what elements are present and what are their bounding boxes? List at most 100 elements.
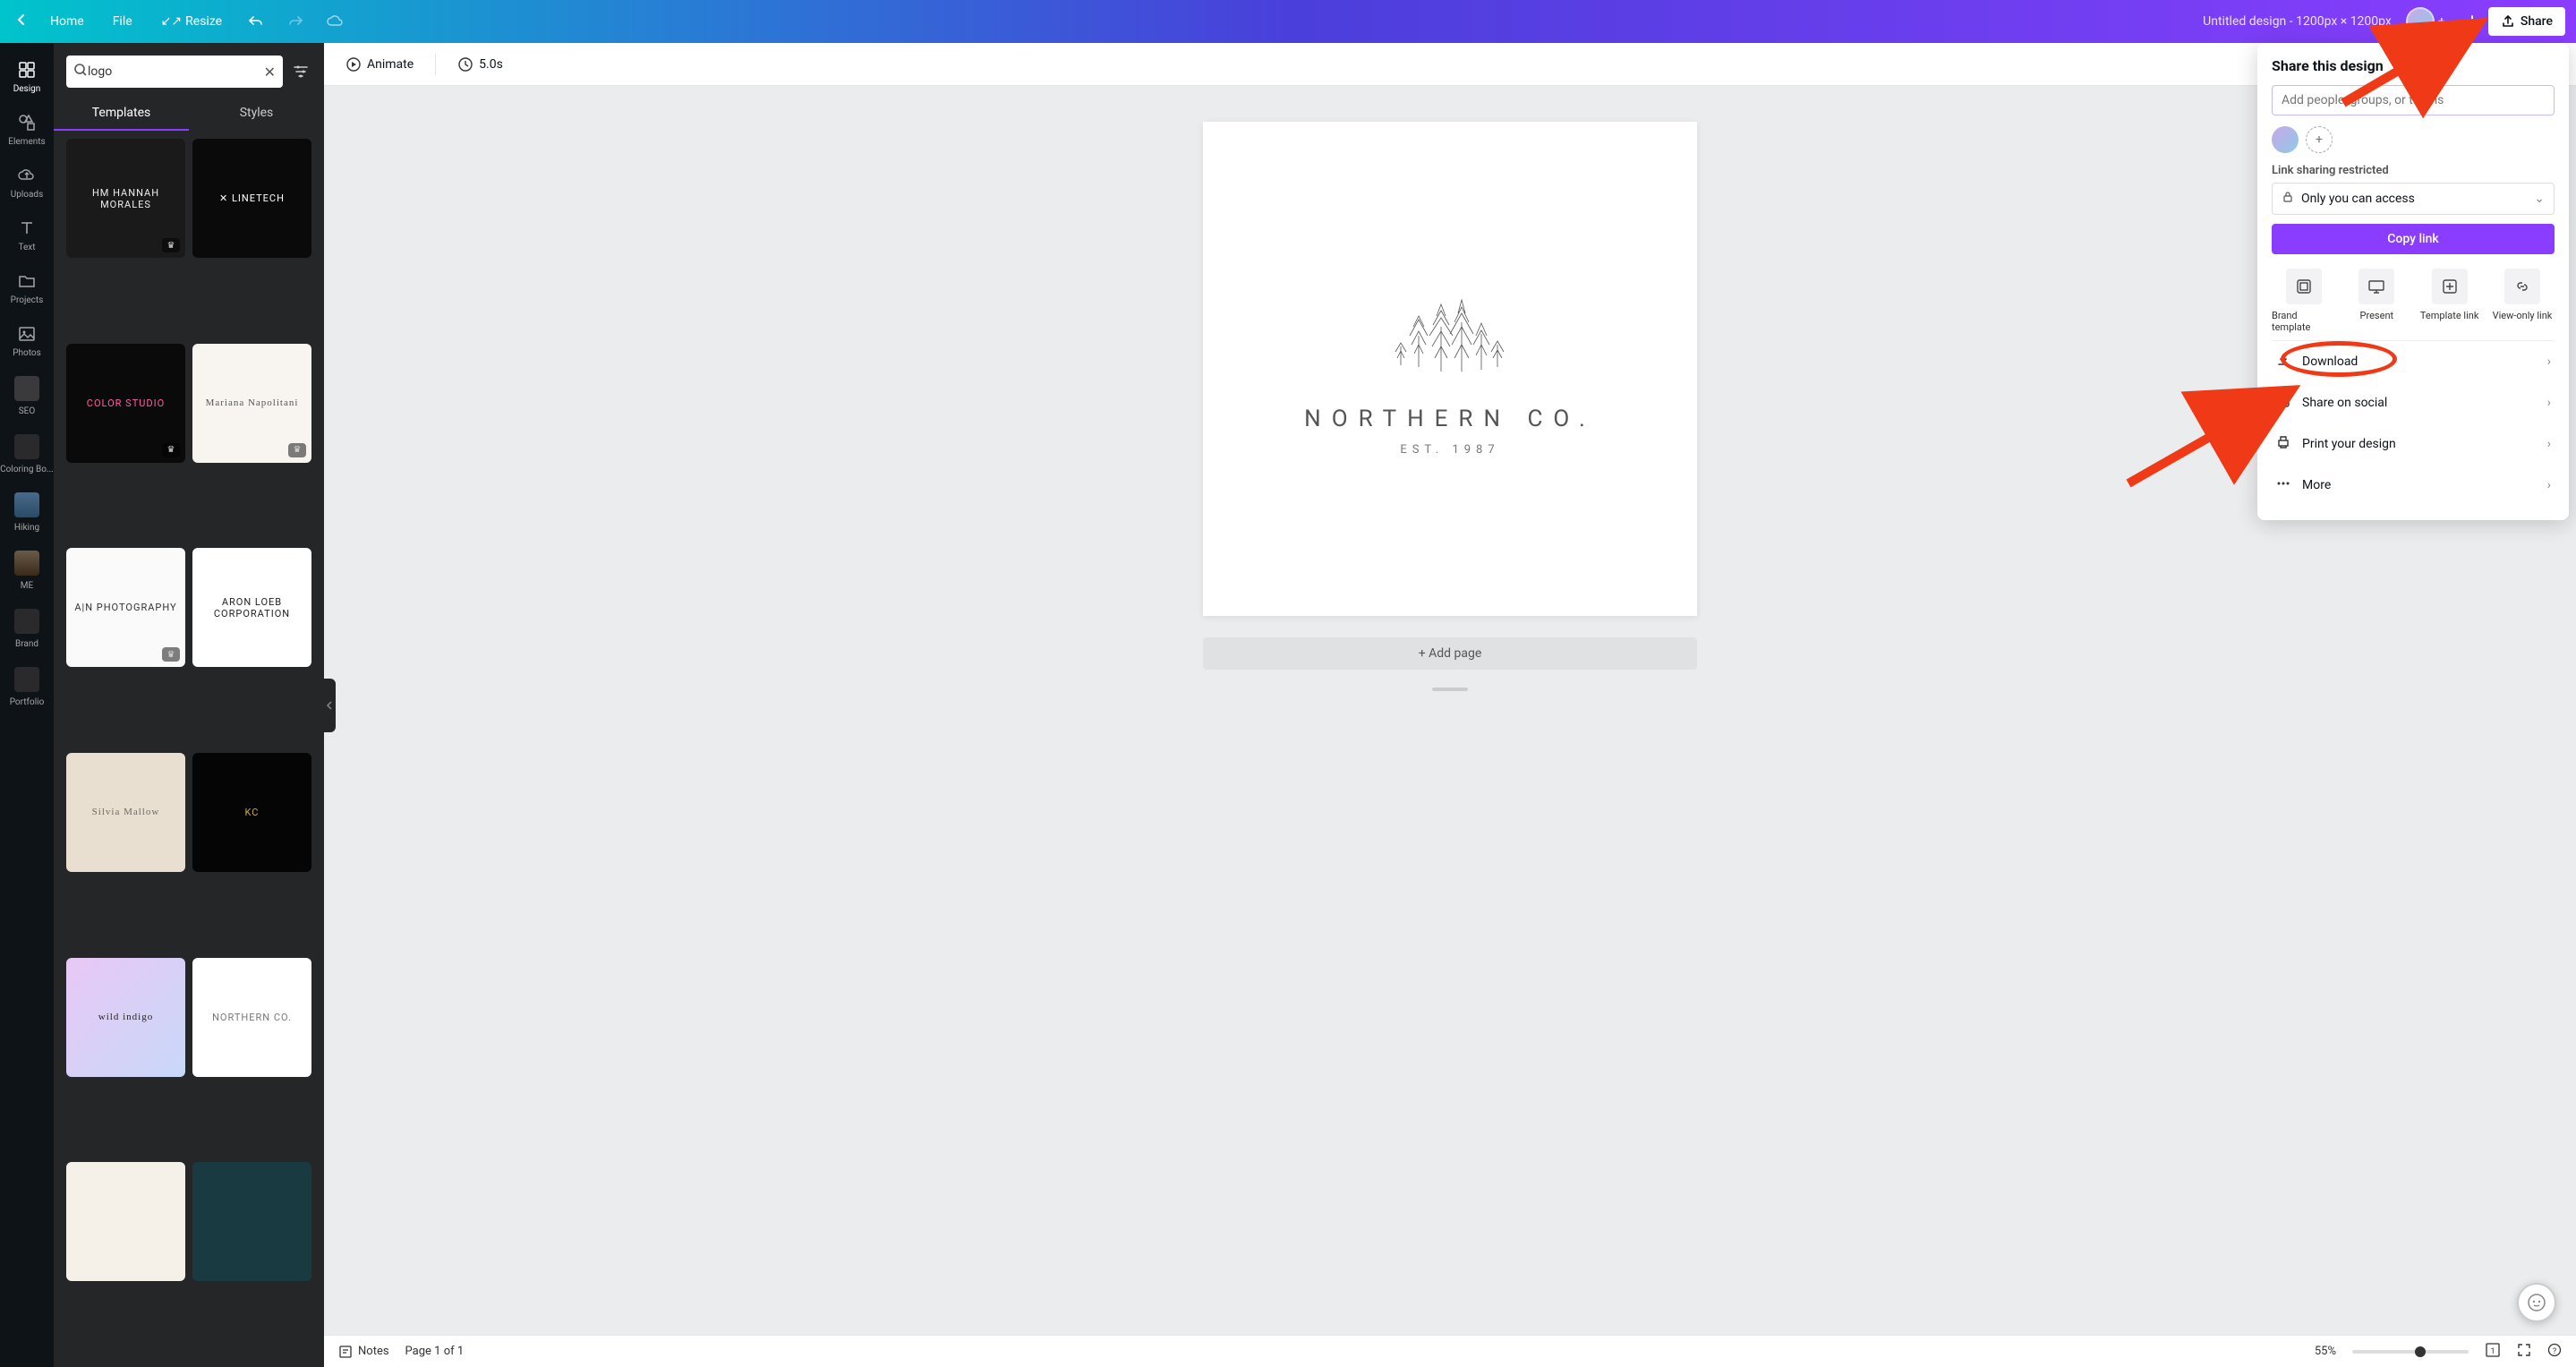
grid-view-icon[interactable]: 1	[2485, 1342, 2501, 1362]
vlink-icon	[2504, 269, 2540, 304]
template-item[interactable]: wild indigo	[66, 958, 185, 1077]
template-item[interactable]: Silvia Mallow	[66, 753, 185, 872]
document-title[interactable]: Untitled design - 1200px × 1200px	[2203, 14, 2392, 29]
svg-text:?: ?	[2553, 1347, 2556, 1356]
rail-hiking[interactable]: Hiking	[0, 483, 54, 542]
rail-seo[interactable]: SEO	[0, 367, 54, 425]
fullscreen-icon[interactable]	[2517, 1343, 2531, 1361]
template-item[interactable]	[192, 1162, 311, 1281]
access-select[interactable]: Only you can access ⌄	[2272, 183, 2555, 215]
share-action-label: Present	[2360, 310, 2394, 321]
canvas-area: Animate 5.0s	[324, 43, 2576, 1367]
template-item[interactable]: ✕ LINETECH	[192, 139, 311, 258]
add-person-button[interactable]: +	[2306, 126, 2333, 153]
template-label: ARON LOEB CORPORATION	[198, 596, 306, 619]
template-item[interactable]: A|N PHOTOGRAPHY♛	[66, 548, 185, 667]
elements-icon	[16, 112, 38, 133]
add-collaborator-button[interactable]: +	[2427, 7, 2456, 36]
canvas-toolbar: Animate 5.0s	[324, 43, 2576, 86]
share-action-vlink[interactable]: View-only link	[2490, 269, 2555, 333]
template-item[interactable]: Mariana Napolitani♛	[192, 344, 311, 463]
share-list-label: Print your design	[2302, 437, 2396, 451]
clear-search-icon[interactable]: ✕	[264, 64, 276, 81]
share-list-label: Share on social	[2302, 396, 2387, 410]
uploads-icon	[16, 165, 38, 186]
template-item[interactable]	[66, 1162, 185, 1281]
assistant-fab[interactable]	[2517, 1283, 2556, 1322]
search-input[interactable]	[88, 64, 264, 79]
share-people-input[interactable]	[2272, 85, 2555, 115]
share-action-brand[interactable]: Brand template	[2272, 269, 2336, 333]
share-list-label: More	[2302, 478, 2331, 492]
share-list-download[interactable]: Download›	[2272, 341, 2555, 382]
projects-icon	[16, 270, 38, 292]
bottombar: Notes Page 1 of 1 55% 1 ?	[324, 1335, 2576, 1367]
rail-design[interactable]: Design	[0, 50, 54, 103]
resize-button[interactable]: ↙↗Resize	[150, 7, 233, 36]
search-box[interactable]: ✕	[66, 56, 283, 88]
rail-label: Coloring Bo...	[0, 465, 54, 474]
add-page-button[interactable]: + Add page	[1203, 637, 1697, 670]
share-list-print[interactable]: Print your design ›	[2272, 423, 2555, 465]
home-button[interactable]: Home	[39, 7, 95, 36]
template-item[interactable]: ARON LOEB CORPORATION	[192, 548, 311, 667]
rail-text[interactable]: Text	[0, 209, 54, 261]
rail-coloring[interactable]: Coloring Bo...	[0, 425, 54, 483]
template-item[interactable]: HM HANNAH MORALES♛	[66, 139, 185, 258]
animate-button[interactable]: Animate	[338, 51, 421, 78]
chevron-right-icon: ›	[2547, 355, 2551, 369]
back-icon[interactable]	[11, 13, 32, 30]
tab-templates[interactable]: Templates	[54, 97, 189, 131]
logo-title: NORTHERN CO.	[1304, 406, 1596, 432]
help-icon[interactable]: ?	[2547, 1343, 2562, 1361]
undo-icon[interactable]	[240, 5, 272, 38]
brand-icon	[2286, 269, 2322, 304]
notes-button[interactable]: Notes	[338, 1345, 389, 1359]
owner-avatar[interactable]	[2272, 126, 2299, 153]
present-icon	[2358, 269, 2394, 304]
zoom-slider[interactable]	[2352, 1350, 2469, 1354]
design-page[interactable]: NORTHERN CO. EST. 1987	[1203, 122, 1697, 616]
chevron-right-icon: ›	[2547, 437, 2551, 451]
cloud-sync-icon[interactable]	[319, 5, 351, 38]
nav-rail: Design Elements Uploads Text Projects Ph…	[0, 43, 54, 1367]
template-item[interactable]: NORTHERN CO.	[192, 958, 311, 1077]
rail-uploads[interactable]: Uploads	[0, 156, 54, 209]
rail-label: Photos	[13, 348, 41, 358]
zoom-value[interactable]: 55%	[2315, 1345, 2336, 1358]
share-action-tlink[interactable]: Template link	[2418, 269, 2482, 333]
access-value: Only you can access	[2301, 192, 2415, 206]
share-list-social[interactable]: Share on social ›	[2272, 382, 2555, 423]
app-thumb	[14, 376, 39, 401]
pages-drawer-handle[interactable]	[1432, 688, 1468, 691]
tab-styles[interactable]: Styles	[189, 97, 324, 131]
copy-link-button[interactable]: Copy link	[2272, 224, 2555, 254]
share-action-present[interactable]: Present	[2344, 269, 2409, 333]
premium-badge: ♛	[288, 443, 306, 457]
social-icon	[2275, 393, 2291, 413]
text-icon	[16, 218, 38, 239]
rail-label: Hiking	[14, 523, 39, 533]
rail-label: SEO	[19, 406, 36, 416]
share-list-more[interactable]: More›	[2272, 465, 2555, 506]
rail-label: Brand	[15, 639, 38, 649]
insights-icon[interactable]	[2456, 5, 2488, 38]
file-button[interactable]: File	[102, 7, 143, 36]
rail-photos[interactable]: Photos	[0, 314, 54, 367]
trees-illustration	[1383, 282, 1517, 389]
duration-button[interactable]: 5.0s	[450, 51, 510, 78]
rail-me[interactable]: ME	[0, 542, 54, 600]
templates-grid: HM HANNAH MORALES♛✕ LINETECHCOLOR STUDIO…	[54, 132, 324, 1367]
rail-projects[interactable]: Projects	[0, 261, 54, 314]
rail-brand[interactable]: Brand	[0, 600, 54, 658]
chevron-right-icon: ›	[2547, 396, 2551, 410]
share-button[interactable]: Share	[2488, 7, 2565, 36]
rail-elements[interactable]: Elements	[0, 103, 54, 156]
rail-portfolio[interactable]: Portfolio	[0, 658, 54, 716]
filter-button[interactable]	[290, 56, 311, 88]
app-thumb	[14, 434, 39, 459]
redo-icon[interactable]	[279, 5, 311, 38]
template-item[interactable]: KC	[192, 753, 311, 872]
template-item[interactable]: COLOR STUDIO♛	[66, 344, 185, 463]
rail-label: ME	[21, 581, 33, 591]
